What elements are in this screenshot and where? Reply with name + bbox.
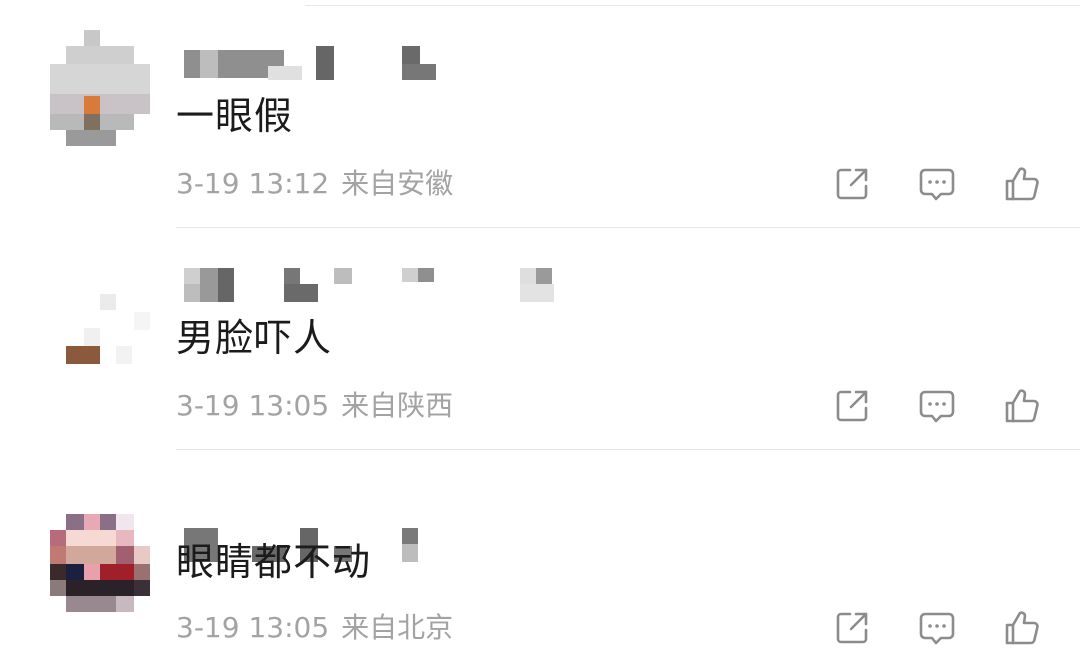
comment-text: 眼睛都不动 [176, 540, 372, 584]
share-button[interactable] [832, 608, 872, 648]
comment-item: 眼睛都不动 3-19 13:05 来自北京 [0, 444, 1080, 666]
comment-icon [919, 612, 955, 645]
share-icon [836, 612, 868, 644]
username-redacted[interactable] [184, 490, 564, 562]
thumbs-up-icon [1005, 167, 1039, 201]
comment-actions [0, 164, 1080, 204]
share-icon [836, 168, 868, 200]
share-button[interactable] [832, 164, 872, 204]
like-button[interactable] [1002, 164, 1042, 204]
share-icon [836, 390, 868, 422]
username-redacted[interactable] [184, 268, 564, 304]
avatar[interactable] [50, 252, 150, 368]
comment-icon [919, 390, 955, 423]
comment-icon [919, 168, 955, 201]
comment-actions [0, 608, 1080, 648]
share-button[interactable] [832, 386, 872, 426]
reply-button[interactable] [917, 164, 957, 204]
like-button[interactable] [1002, 608, 1042, 648]
thumbs-up-icon [1005, 611, 1039, 645]
avatar[interactable] [50, 474, 150, 612]
comment-actions [0, 386, 1080, 426]
reply-button[interactable] [917, 608, 957, 648]
comment-text: 一眼假 [176, 94, 294, 138]
comment-item: 男脸吓人 3-19 13:05 来自陕西 [0, 222, 1080, 444]
thumbs-up-icon [1005, 389, 1039, 423]
username-redacted[interactable] [184, 46, 564, 82]
comment-item: 一眼假 3-19 13:12 来自安徽 [0, 0, 1080, 222]
comment-text: 男脸吓人 [176, 316, 333, 360]
avatar[interactable] [50, 30, 150, 146]
reply-button[interactable] [917, 386, 957, 426]
like-button[interactable] [1002, 386, 1042, 426]
